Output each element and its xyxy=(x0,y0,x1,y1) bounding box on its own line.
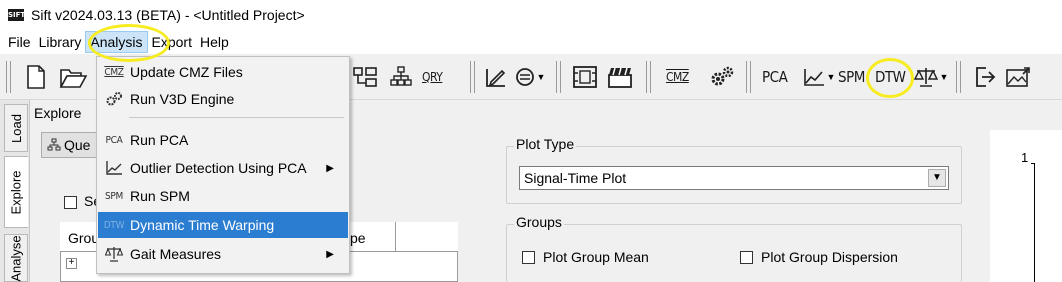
plot-group-mean-option[interactable]: Plot Group Mean xyxy=(522,249,649,265)
edit-signal-icon[interactable] xyxy=(484,64,508,90)
toolbar-separator xyxy=(556,61,561,93)
menu-export[interactable]: Export xyxy=(148,31,196,53)
side-tab-strip: Load Explore Analyse xyxy=(0,100,30,282)
toolbar-separator xyxy=(470,61,475,93)
chevron-down-icon[interactable]: ▼ xyxy=(928,169,946,187)
menu-item-gait-measures[interactable]: Gait Measures ▶ xyxy=(98,241,348,267)
group-hierarchy-icon xyxy=(47,138,61,151)
query-button-label: Que xyxy=(64,137,91,153)
spm-toolbar-button[interactable]: SPM xyxy=(838,65,865,89)
grid-header-group: Grou xyxy=(68,230,100,246)
open-folder-icon[interactable] xyxy=(58,64,88,90)
export-icon[interactable] xyxy=(972,64,998,90)
scale-icon[interactable]: ▼ xyxy=(912,64,950,90)
toolbar-separator xyxy=(646,61,651,93)
title-bar: SIFT Sift v2024.03.13 (BETA) - <Untitled… xyxy=(0,0,1062,30)
outlier-chart-icon xyxy=(98,160,130,176)
menu-library[interactable]: Library xyxy=(35,31,86,53)
chevron-down-icon: ▼ xyxy=(826,72,836,82)
spm-icon: SPM xyxy=(104,190,123,202)
scale-icon xyxy=(98,246,130,262)
submenu-arrow-icon: ▶ xyxy=(326,248,334,260)
new-file-icon[interactable] xyxy=(24,64,48,90)
explore-title: Explore xyxy=(34,105,82,121)
plot-group-dispersion-label: Plot Group Dispersion xyxy=(761,249,898,265)
tab-analyse[interactable]: Analyse xyxy=(4,234,28,282)
outlier-chart-icon[interactable]: ▼ xyxy=(802,64,836,90)
menu-item-label: Dynamic Time Warping xyxy=(130,217,275,233)
plot-group-dispersion-checkbox[interactable] xyxy=(740,250,753,264)
movie-frames-icon[interactable] xyxy=(572,64,598,90)
plot-group-mean-checkbox[interactable] xyxy=(522,250,535,264)
tree-expander-icon[interactable]: + xyxy=(66,258,77,269)
tab-load[interactable]: Load xyxy=(4,104,28,152)
menu-item-dynamic-time-warping[interactable]: DTW Dynamic Time Warping xyxy=(98,212,348,238)
plot-type-legend: Plot Type xyxy=(514,136,577,152)
dtw-icon: DTW xyxy=(103,219,125,231)
menu-item-outlier-detection[interactable]: Outlier Detection Using PCA ▶ xyxy=(98,155,348,181)
menu-item-label: Run PCA xyxy=(130,132,189,148)
dtw-toolbar-button[interactable]: DTW xyxy=(875,65,906,89)
grid-column-divider xyxy=(395,222,396,252)
image-export-icon[interactable] xyxy=(1004,64,1032,90)
gears-icon[interactable] xyxy=(708,64,736,90)
menu-analysis[interactable]: Analysis xyxy=(85,31,148,53)
filter-dropdown-icon[interactable]: ▼ xyxy=(512,64,548,90)
plot-y-tick-label: 1 xyxy=(1021,150,1029,165)
toolbar-separator xyxy=(956,61,961,93)
tree-layout-icon[interactable] xyxy=(352,64,378,90)
menu-item-label: Gait Measures xyxy=(130,246,222,262)
plot-type-select[interactable]: Signal-Time Plot ▼ xyxy=(519,166,949,190)
query-button[interactable]: Que xyxy=(41,132,99,158)
group-hierarchy-icon[interactable] xyxy=(388,64,414,90)
menu-item-label: Run SPM xyxy=(130,188,190,204)
plot-y-tick-mark xyxy=(1031,163,1035,164)
menu-item-run-spm[interactable]: SPM Run SPM xyxy=(98,183,348,209)
submenu-arrow-icon: ▶ xyxy=(326,162,334,174)
grid-header-type: pe xyxy=(350,230,366,246)
menu-item-label: Run V3D Engine xyxy=(130,91,235,107)
menu-item-label: Update CMZ Files xyxy=(130,64,243,80)
chevron-down-icon: ▼ xyxy=(536,72,546,82)
clapperboard-icon[interactable] xyxy=(606,64,634,90)
select-checkbox[interactable] xyxy=(64,196,77,209)
menu-bar: File Library Analysis Export Help xyxy=(0,30,1062,54)
cmz-icon: CMZ xyxy=(104,66,124,78)
plot-type-value: Signal-Time Plot xyxy=(524,170,627,186)
menu-item-run-pca[interactable]: PCA Run PCA xyxy=(98,127,348,153)
window-title: Sift v2024.03.13 (BETA) - <Untitled Proj… xyxy=(31,7,305,23)
pca-toolbar-button[interactable]: PCA xyxy=(762,65,788,89)
app-logo: SIFT xyxy=(8,9,26,21)
menu-separator xyxy=(129,117,344,118)
plot-group-mean-label: Plot Group Mean xyxy=(543,249,649,265)
analysis-menu: CMZ Update CMZ Files Run V3D Engine PCA … xyxy=(96,56,350,274)
menu-item-label: Outlier Detection Using PCA xyxy=(130,160,307,176)
toolbar-separator xyxy=(6,61,11,93)
cmz-toolbar-icon[interactable]: CMZ xyxy=(666,65,689,89)
plot-group-dispersion-option[interactable]: Plot Group Dispersion xyxy=(740,249,898,265)
menu-item-update-cmz[interactable]: CMZ Update CMZ Files xyxy=(98,59,348,85)
chevron-down-icon: ▼ xyxy=(939,72,949,82)
groups-legend: Groups xyxy=(514,214,564,230)
plot-y-axis xyxy=(1034,163,1035,282)
menu-help[interactable]: Help xyxy=(196,31,233,53)
query-icon[interactable]: QRY xyxy=(422,65,443,89)
menu-file[interactable]: File xyxy=(4,31,35,53)
menu-item-run-v3d[interactable]: Run V3D Engine xyxy=(98,86,348,112)
tab-explore[interactable]: Explore xyxy=(4,156,28,228)
toolbar-separator xyxy=(746,61,751,93)
gears-icon xyxy=(98,91,130,107)
pca-icon: PCA xyxy=(105,134,123,146)
